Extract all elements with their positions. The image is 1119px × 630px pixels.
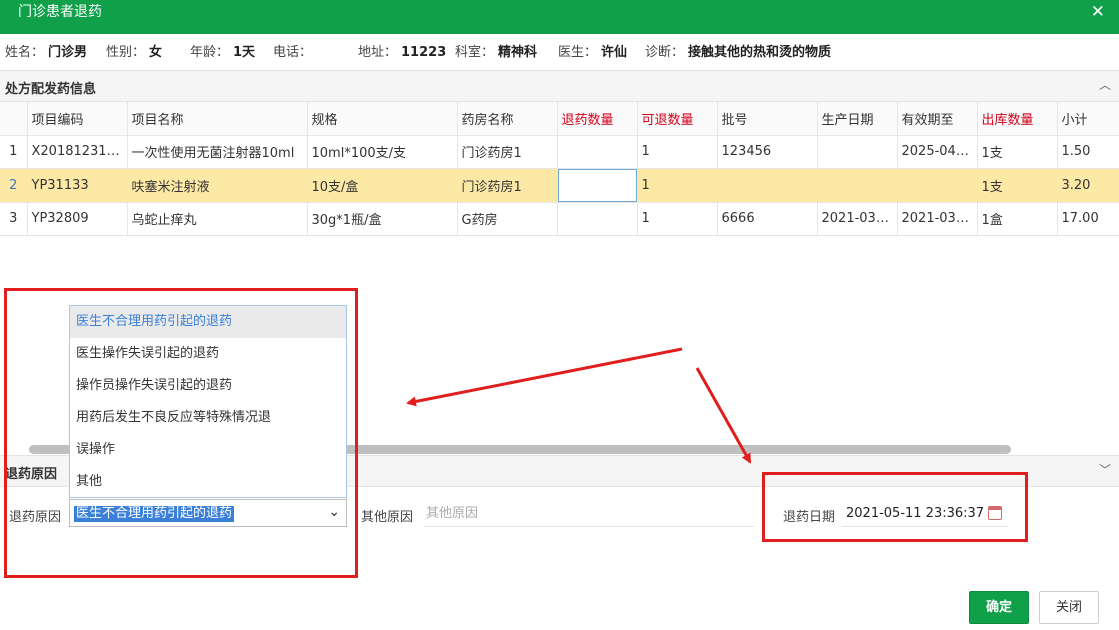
cell-rownum: 3	[0, 202, 28, 236]
confirm-button[interactable]: 确定	[969, 591, 1029, 624]
col-header-expiry[interactable]: 有效期至	[897, 102, 978, 136]
cell-mfg-date	[817, 168, 898, 203]
cell-return-qty[interactable]	[557, 135, 638, 169]
cell-code: X201812314…	[27, 135, 128, 169]
dropdown-option[interactable]: 其他	[70, 466, 346, 498]
cell-out-qty: 1支	[977, 135, 1058, 169]
table-row[interactable]: 3 YP32809 乌蛇止痒丸 30g*1瓶/盒 G药房 1 6666 2021…	[0, 202, 1119, 236]
cell-rownum: 2	[0, 168, 28, 203]
col-header-code[interactable]: 项目编码	[27, 102, 128, 136]
dropdown-option[interactable]: 操作员操作失误引起的退药	[70, 370, 346, 402]
table-header-row: 项目编码 项目名称 规格 药房名称 退药数量 可退数量 批号 生产日期 有效期至…	[0, 102, 1119, 136]
table-row[interactable]: 1 X201812314… 一次性使用无菌注射器10ml 10ml*100支/支…	[0, 135, 1119, 169]
cell-spec: 30g*1瓶/盒	[307, 202, 458, 236]
prescription-section-header[interactable]: 处方配发药信息 ︿	[0, 70, 1119, 102]
col-header-rownum	[0, 102, 28, 136]
other-reason-label: 其他原因	[361, 510, 414, 525]
cell-pharmacy: 门诊药房1	[457, 168, 558, 203]
close-icon[interactable]: ✕	[1091, 3, 1105, 21]
cell-return-qty[interactable]	[557, 202, 638, 236]
cell-pharmacy: 门诊药房1	[457, 135, 558, 169]
dropdown-option[interactable]: 医生不合理用药引起的退药	[70, 306, 346, 338]
cell-rownum: 1	[0, 135, 28, 169]
patient-name: 姓名： 门诊男	[5, 45, 88, 60]
cell-returnable-qty: 1	[637, 168, 718, 203]
col-header-out-qty[interactable]: 出库数量	[977, 102, 1058, 136]
prescription-table: 项目编码 项目名称 规格 药房名称 退药数量 可退数量 批号 生产日期 有效期至…	[0, 102, 1119, 236]
dialog-titlebar: 门诊患者退药 ✕	[0, 0, 1119, 34]
dialog-title: 门诊患者退药	[18, 4, 102, 20]
annotation-arrow-left	[406, 347, 683, 407]
cell-expiry	[897, 168, 978, 203]
cell-expiry: 2025-04-18	[897, 135, 978, 169]
col-header-batch[interactable]: 批号	[717, 102, 818, 136]
patient-age: 年龄： 1天	[190, 45, 256, 60]
cell-pharmacy: G药房	[457, 202, 558, 236]
cell-spec: 10支/盒	[307, 168, 458, 203]
cell-expiry: 2021-03-19	[897, 202, 978, 236]
patient-info-bar: 姓名： 门诊男 性别：女 年龄： 1天 电话： 地址： 11223 科室： 精神科 医生…	[0, 36, 1119, 70]
dropdown-option[interactable]: 误操作	[70, 434, 346, 466]
cell-return-qty-editor[interactable]	[557, 168, 638, 203]
cell-name: 一次性使用无菌注射器10ml	[127, 135, 308, 169]
reason-dropdown-list: 医生不合理用药引起的退药 医生操作失误引起的退药 操作员操作失误引起的退药 用药…	[69, 305, 347, 498]
cell-mfg-date	[817, 135, 898, 169]
chevron-up-icon[interactable]: ︿	[1099, 76, 1111, 93]
patient-phone: 电话：	[273, 45, 313, 60]
col-header-returnable-qty[interactable]: 可退数量	[637, 102, 718, 136]
cell-out-qty: 1盒	[977, 202, 1058, 236]
cell-batch: 123456	[717, 135, 818, 169]
chevron-down-icon[interactable]: ﹀	[1099, 461, 1111, 478]
cell-spec: 10ml*100支/支	[307, 135, 458, 169]
cell-name: 呋塞米注射液	[127, 168, 308, 203]
col-header-spec[interactable]: 规格	[307, 102, 458, 136]
cell-code: YP31133	[27, 168, 128, 203]
patient-address: 地址： 11223	[358, 45, 447, 60]
cell-returnable-qty: 1	[637, 202, 718, 236]
col-header-pharmacy[interactable]: 药房名称	[457, 102, 558, 136]
cell-code: YP32809	[27, 202, 128, 236]
cell-out-qty: 1支	[977, 168, 1058, 203]
cell-batch: 6666	[717, 202, 818, 236]
other-reason-input[interactable]	[424, 501, 754, 527]
cell-subtotal: 17.00	[1057, 202, 1119, 236]
cell-returnable-qty: 1	[637, 135, 718, 169]
dropdown-option[interactable]: 用药后发生不良反应等特殊情况退	[70, 402, 346, 434]
close-button[interactable]: 关闭	[1039, 591, 1099, 624]
col-header-name[interactable]: 项目名称	[127, 102, 308, 136]
patient-gender: 性别：女	[106, 45, 163, 60]
col-header-return-qty[interactable]: 退药数量	[557, 102, 638, 136]
cell-subtotal: 1.50	[1057, 135, 1119, 169]
patient-doctor: 医生： 许仙	[558, 45, 628, 60]
col-header-mfg-date[interactable]: 生产日期	[817, 102, 898, 136]
patient-department: 科室： 精神科	[455, 45, 538, 60]
patient-diagnosis: 诊断： 接触其他的热和烫的物质	[645, 45, 832, 60]
prescription-section-title: 处方配发药信息	[5, 82, 97, 97]
cell-name: 乌蛇止痒丸	[127, 202, 308, 236]
annotation-box-date	[762, 472, 1028, 542]
return-qty-input[interactable]	[557, 168, 636, 201]
cell-batch	[717, 168, 818, 203]
cell-subtotal: 3.20	[1057, 168, 1119, 203]
cell-mfg-date: 2021-03-19	[817, 202, 898, 236]
col-header-subtotal[interactable]: 小计	[1057, 102, 1119, 136]
table-row-selected[interactable]: 2 YP31133 呋塞米注射液 10支/盒 门诊药房1 1 1支 3.20	[0, 168, 1119, 203]
dropdown-option[interactable]: 医生操作失误引起的退药	[70, 338, 346, 370]
